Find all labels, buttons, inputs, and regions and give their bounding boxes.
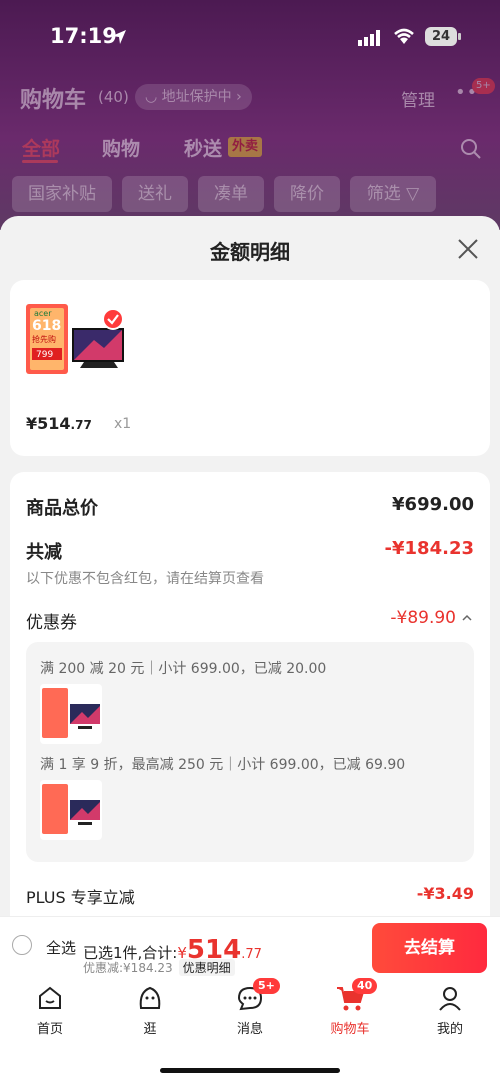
total-label: 商品总价 — [26, 498, 98, 519]
coupon-rule-2: 满 1 享 9 折，最高减 250 元｜小计 699.00，已减 69.90 — [40, 757, 406, 773]
promo-sub-text: 抢先购 — [32, 334, 56, 344]
item-price: ¥514.77 — [26, 414, 92, 433]
reduce-note: 以下优惠不包含红包，请在结算页查看 — [26, 571, 264, 587]
coupon-detail-box: 满 200 减 20 元｜小计 699.00，已减 20.00 满 1 享 9 … — [26, 642, 474, 862]
brand-text: acer — [34, 309, 52, 318]
checkout-bar: 全选 已选1件,合计:¥514.77 优惠减:¥184.23 优惠明细 去结算 — [0, 916, 500, 978]
search-icon[interactable] — [460, 138, 482, 160]
more-badge: 5+ — [472, 78, 495, 94]
price-tag-text: 799 — [36, 350, 53, 360]
coupon-label[interactable]: 优惠券 — [26, 608, 77, 633]
manage-button[interactable]: 管理 — [401, 86, 435, 111]
takeaway-badge: 外卖 — [228, 137, 263, 157]
plus-discount-value: -¥3.49 — [416, 884, 474, 903]
status-bar: 17:19 24 — [0, 22, 500, 54]
select-all-radio[interactable] — [12, 935, 32, 955]
chip-bundle[interactable]: 凑单 — [198, 176, 264, 212]
tabbar-browse[interactable]: 逛 — [120, 984, 180, 1037]
cart-tabs: 全部 购物 秒送 外卖 — [0, 134, 500, 168]
selected-items-card: acer 618 抢先购 799 ¥514.77 x1 — [10, 280, 490, 456]
coupon-product-thumbnail-2 — [40, 780, 102, 840]
chevron-up-icon[interactable] — [462, 614, 472, 622]
checkout-button[interactable]: 去结算 — [372, 923, 487, 973]
chip-subsidy[interactable]: 国家补贴 — [12, 176, 112, 212]
page-title: 购物车 — [20, 88, 87, 113]
chip-filter[interactable]: 筛选 ▽ — [350, 176, 436, 212]
address-protection-button[interactable]: ◡ 地址保护中 › — [135, 84, 252, 110]
promo-text: 618 — [32, 318, 61, 334]
tab-underline — [22, 160, 58, 163]
location-arrow-icon — [112, 30, 126, 44]
tab-instant[interactable]: 秒送 — [184, 134, 222, 161]
tabbar-profile[interactable]: 我的 — [420, 984, 480, 1037]
tab-shopping[interactable]: 购物 — [102, 134, 140, 161]
profile-icon — [439, 987, 461, 1011]
discount-detail-button[interactable]: 优惠明细 — [178, 959, 235, 976]
tab-all[interactable]: 全部 — [22, 134, 60, 161]
select-all-label[interactable]: 全选 — [46, 937, 76, 958]
total-value: ¥699.00 — [392, 494, 474, 515]
reduce-label: 共减 — [26, 542, 62, 563]
discount-summary: 优惠减:¥184.23 优惠明细 — [83, 959, 235, 976]
reduce-value: -¥184.23 — [384, 538, 474, 559]
signal-icon — [358, 30, 380, 46]
price-breakdown-card: 商品总价 ¥699.00 共减 -¥184.23 以下优惠不包含红包，请在结算页… — [10, 472, 490, 932]
close-icon[interactable] — [455, 236, 481, 262]
browse-face-icon — [139, 986, 161, 1009]
selected-check-icon — [102, 308, 124, 330]
coupon-product-thumbnail-1 — [40, 684, 102, 744]
battery-icon: 24 — [425, 27, 461, 46]
status-time: 17:19 — [50, 24, 117, 48]
sheet-title: 金额明细 — [210, 240, 290, 264]
home-icon — [39, 986, 61, 1009]
messages-badge: 5+ — [253, 978, 280, 994]
home-indicator — [160, 1068, 340, 1073]
cart-titlebar: 购物车 (40) ◡ 地址保护中 › 管理 ••• 5+ — [0, 78, 500, 114]
wifi-icon — [394, 28, 414, 44]
item-qty: x1 — [114, 416, 132, 432]
plus-discount-label: PLUS 专享立减 — [26, 888, 135, 907]
tabbar-home[interactable]: 首页 — [20, 984, 80, 1037]
cart-badge: 40 — [352, 978, 378, 994]
coupon-value[interactable]: -¥89.90 — [390, 608, 456, 628]
chip-gift[interactable]: 送礼 — [122, 176, 188, 212]
cart-count: (40) — [98, 88, 129, 106]
filter-chips: 国家补贴 送礼 凑单 降价 筛选 ▽ — [0, 176, 500, 212]
coupon-rule-1: 满 200 减 20 元｜小计 699.00，已减 20.00 — [40, 661, 327, 677]
chip-price-drop[interactable]: 降价 — [274, 176, 340, 212]
